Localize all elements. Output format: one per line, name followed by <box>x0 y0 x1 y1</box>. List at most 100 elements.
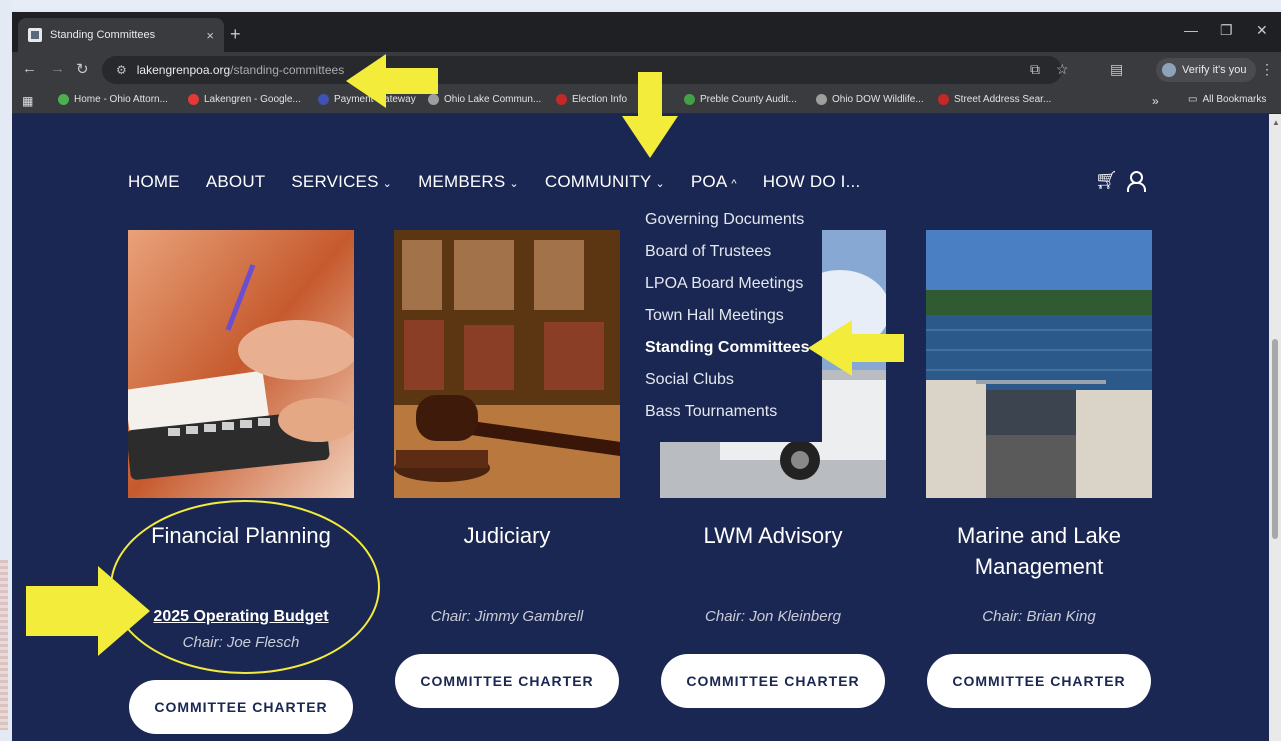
poa-dropdown-menu: Governing Documents Board of Trustees LP… <box>630 204 822 442</box>
committee-charter-button-lwm[interactable]: COMMITTEE CHARTER <box>661 654 885 708</box>
nav-about[interactable]: ABOUT <box>206 172 266 192</box>
url-text[interactable]: lakengrenpoa.org/standing-committees <box>137 63 344 77</box>
bookmark-label: Lakengren - Google... <box>204 94 301 105</box>
forward-icon[interactable]: → <box>50 60 65 77</box>
all-bookmarks-button[interactable]: ▭ All Bookmarks <box>1188 94 1266 105</box>
page-scrollbar[interactable]: ▲ <box>1269 114 1281 741</box>
nav-poa-label: POA <box>690 172 728 191</box>
bookmark-7[interactable]: Street Address Sear... <box>938 94 1051 105</box>
back-icon[interactable]: ← <box>22 60 37 77</box>
screenshot-frame-left <box>0 0 12 741</box>
annotation-arrow-left-standing <box>808 320 904 376</box>
bookmark-3[interactable]: Ohio Lake Commun... <box>428 94 541 105</box>
menu-item-town-hall-meetings[interactable]: Town Hall Meetings <box>645 307 784 325</box>
verify-profile-button[interactable]: Verify it's you <box>1156 58 1257 82</box>
card-title-judiciary: Judiciary <box>463 523 551 548</box>
new-tab-button[interactable]: + <box>230 24 241 45</box>
apps-grid-icon[interactable]: ▦ <box>22 94 33 108</box>
nav-community-label: COMMUNITY <box>544 172 652 191</box>
minimize-icon[interactable]: — <box>1184 22 1198 38</box>
profile-avatar-icon <box>1162 63 1176 77</box>
map-pin-icon <box>188 94 199 105</box>
bookmark-favicon-icon <box>684 94 695 105</box>
bookmark-0[interactable]: Home - Ohio Attorn... <box>58 94 168 105</box>
close-window-icon[interactable]: ✕ <box>1256 22 1268 39</box>
nav-poa[interactable]: POA ^ <box>691 172 737 192</box>
marine-lake-image <box>926 230 1152 498</box>
menu-kebab-icon[interactable]: ⋮ <box>1260 61 1274 78</box>
committee-charter-button-financial[interactable]: COMMITTEE CHARTER <box>129 680 353 734</box>
install-app-icon[interactable]: ⧉ <box>1030 61 1040 78</box>
calculator-photo <box>128 230 354 498</box>
nav-services-label: SERVICES <box>291 172 379 191</box>
bookmark-label: Street Address Sear... <box>954 94 1052 105</box>
flag-icon <box>938 94 949 105</box>
annotation-ellipse <box>110 500 380 674</box>
globe-icon <box>816 94 827 105</box>
bookmark-label: Ohio DOW Wildlife... <box>832 94 924 105</box>
menu-item-standing-committees[interactable]: Standing Committees <box>645 339 809 357</box>
tab-strip: Standing Committees × + — ❐ ✕ <box>12 12 1281 52</box>
card-chair-lwm-advisory: Chair: Jon Kleinberg <box>705 608 841 625</box>
card-chair-marine-lake: Chair: Brian King <box>982 608 1096 625</box>
menu-item-governing-documents[interactable]: Governing Documents <box>645 211 804 229</box>
bookmark-5[interactable]: Preble County Audit... <box>684 94 797 105</box>
bookmark-6[interactable]: Ohio DOW Wildlife... <box>816 94 924 105</box>
nav-community[interactable]: COMMUNITY ⌄ <box>545 172 665 192</box>
reload-icon[interactable]: ↻ <box>76 60 89 78</box>
nav-members[interactable]: MEMBERS ⌄ <box>418 172 519 192</box>
folder-icon: ▭ <box>1188 94 1198 105</box>
account-icon[interactable] <box>1125 170 1146 192</box>
card-chair-judiciary: Chair: Jimmy Gambrell <box>430 608 584 625</box>
all-bookmarks-label: All Bookmarks <box>1202 94 1267 105</box>
gavel-photo <box>394 230 620 498</box>
scrollbar-thumb[interactable] <box>1272 339 1278 539</box>
screenshot-frame <box>0 0 1281 10</box>
bookmarks-overflow-icon[interactable]: » <box>1152 94 1159 108</box>
nav-how-do-i[interactable]: HOW DO I... <box>763 172 861 192</box>
annotation-arrow-down-poa <box>622 72 678 158</box>
chevron-up-icon: ^ <box>731 178 737 190</box>
tab-standing-committees[interactable]: Standing Committees × <box>18 18 224 52</box>
web-page: HOME ABOUT SERVICES ⌄ MEMBERS ⌄ COMMUNITY ⌄… <box>12 114 1269 741</box>
reading-list-icon[interactable]: ▤ <box>1110 61 1123 78</box>
flag-icon <box>556 94 567 105</box>
bookmark-label: Preble County Audit... <box>700 94 797 105</box>
chevron-down-icon: ⌄ <box>382 178 393 190</box>
menu-item-lpoa-board-meetings[interactable]: LPOA Board Meetings <box>645 275 803 293</box>
bookmark-star-icon[interactable]: ☆ <box>1056 61 1069 78</box>
bookmark-label: Home - Ohio Attorn... <box>74 94 168 105</box>
bookmark-favicon-icon <box>58 94 69 105</box>
bookmark-favicon-icon <box>318 94 329 105</box>
annotation-arrow-left-url <box>346 54 438 108</box>
pontoon-photo <box>926 230 1152 498</box>
cart-icon[interactable]: 🛒︎ <box>1095 170 1118 191</box>
bookmark-1[interactable]: Lakengren - Google... <box>188 94 301 105</box>
restore-icon[interactable]: ❐ <box>1220 22 1233 39</box>
main-nav: HOME ABOUT SERVICES ⌄ MEMBERS ⌄ COMMUNITY ⌄… <box>128 172 860 192</box>
scroll-up-icon[interactable]: ▲ <box>1272 118 1280 127</box>
bookmark-4[interactable]: Election Info <box>556 94 627 105</box>
site-info-icon[interactable]: ⚙ <box>116 63 127 77</box>
nav-services[interactable]: SERVICES ⌄ <box>291 172 392 192</box>
chevron-down-icon: ⌄ <box>509 178 519 190</box>
nav-members-label: MEMBERS <box>418 172 506 191</box>
annotation-arrow-right-budget <box>26 566 150 656</box>
tab-title: Standing Committees <box>50 29 156 41</box>
card-title-lwm-advisory: LWM Advisory <box>703 523 843 548</box>
judiciary-image <box>394 230 620 498</box>
nav-home[interactable]: HOME <box>128 172 180 192</box>
chevron-down-icon: ⌄ <box>655 178 665 190</box>
tab-close-icon[interactable]: × <box>206 28 214 43</box>
address-bar[interactable]: ⚙ lakengrenpoa.org/standing-committees <box>102 56 1062 84</box>
bookmark-label: Election Info <box>572 94 628 105</box>
url-path: /standing-committees <box>230 63 345 77</box>
card-title-marine-lake: Marine and Lake Management <box>957 523 1121 579</box>
bookmark-label: Ohio Lake Commun... <box>444 94 542 105</box>
url-host: lakengrenpoa.org <box>136 63 231 77</box>
menu-item-social-clubs[interactable]: Social Clubs <box>645 371 734 389</box>
committee-charter-button-marine[interactable]: COMMITTEE CHARTER <box>927 654 1151 708</box>
menu-item-bass-tournaments[interactable]: Bass Tournaments <box>645 403 777 421</box>
menu-item-board-of-trustees[interactable]: Board of Trustees <box>645 243 771 261</box>
committee-charter-button-judiciary[interactable]: COMMITTEE CHARTER <box>395 654 619 708</box>
